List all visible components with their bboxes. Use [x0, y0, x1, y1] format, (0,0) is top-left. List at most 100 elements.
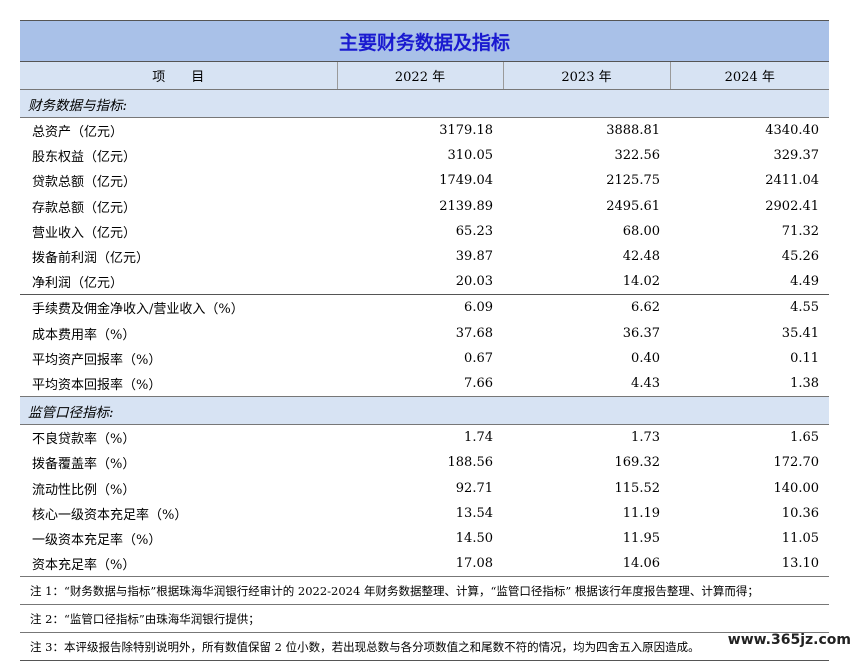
row-value: 4.49 [790, 274, 820, 290]
row-value: 39.87 [455, 249, 493, 265]
header-2024: 2024 年 [669, 61, 830, 90]
row-value: 42.48 [622, 249, 660, 265]
row-value: 169.32 [614, 455, 661, 471]
row-value: 13.10 [781, 556, 820, 572]
footnote: 注 1：“财务数据与指标”根据珠海华润银行经审计的 2022-2024 年财务数… [20, 576, 830, 605]
table-row: 净利润（亿元） 20.03 14.02 4.49 [20, 269, 829, 295]
row-value: 115.52 [614, 480, 661, 496]
row-value: 37.68 [455, 325, 493, 341]
row-value: 11.05 [781, 530, 820, 546]
row-value: 4.55 [670, 294, 830, 321]
row-value: 17.08 [455, 556, 493, 572]
row-label: 成本费用率（%） [32, 327, 136, 343]
financial-table-frame: 主要财务数据及指标 项 目 2022 年 2023 年 2024 年 财务数据与… [20, 20, 830, 661]
table-row: 总资产（亿元） 3179.18 3888.81 4340.40 [20, 118, 829, 144]
row-label: 手续费及佣金净收入/营业收入（%） [20, 294, 337, 321]
section-title: 财务数据与指标: [20, 89, 830, 118]
table-title: 主要财务数据及指标 [20, 20, 830, 62]
row-value: 13.54 [455, 505, 493, 521]
row-value: 1.65 [790, 430, 820, 446]
row-value: 71.32 [781, 223, 820, 239]
table-row: 不良贷款率（%） 1.74 1.73 1.65 [20, 425, 829, 451]
row-value: 2125.75 [606, 173, 660, 189]
row-label: 资本充足率（%） [32, 558, 136, 574]
row-label: 平均资产回报率（%） [32, 352, 162, 368]
row-value: 92.71 [455, 480, 493, 496]
table-row: 股东权益（亿元） 310.05 322.56 329.37 [20, 143, 829, 168]
row-value: 35.41 [781, 325, 820, 341]
row-value: 14.50 [455, 530, 493, 546]
table-row: 一级资本充足率（%） 14.50 11.95 11.05 [20, 526, 829, 551]
row-value: 0.67 [464, 350, 493, 366]
row-value: 11.95 [622, 530, 660, 546]
row-value: 1.74 [464, 430, 493, 446]
row-value: 188.56 [447, 455, 494, 471]
footnote: 注 3：本评级报告除特别说明外，所有数值保留 2 位小数，若出现总数与各分项数值… [20, 632, 830, 661]
row-value: 172.70 [773, 455, 820, 471]
row-value: 68.00 [622, 223, 660, 239]
row-label: 流动性比例（%） [32, 482, 136, 498]
row-value: 6.09 [337, 294, 503, 321]
table-row: 平均资本回报率（%） 7.66 4.43 1.38 [20, 371, 829, 397]
table-row: 资本充足率（%） 17.08 14.06 13.10 [20, 551, 829, 577]
table-row: 营业收入（亿元） 65.23 68.00 71.32 [20, 219, 829, 244]
note-row: 注 1：“财务数据与指标”根据珠海华润银行经审计的 2022-2024 年财务数… [20, 576, 830, 605]
row-label: 核心一级资本充足率（%） [32, 507, 188, 523]
title-row: 主要财务数据及指标 [20, 20, 830, 62]
row-value: 0.40 [631, 350, 660, 366]
table-row: 成本费用率（%） 37.68 36.37 35.41 [20, 321, 829, 346]
row-value: 3179.18 [439, 123, 493, 139]
row-value: 20.03 [455, 274, 493, 290]
row-value: 1749.04 [439, 173, 493, 189]
table-body: 主要财务数据及指标 项 目 2022 年 2023 年 2024 年 财务数据与… [20, 20, 830, 661]
row-value: 0.11 [790, 350, 820, 366]
row-label: 存款总额（亿元） [32, 200, 137, 216]
row-value: 140.00 [773, 480, 820, 496]
row-label: 股东权益（亿元） [32, 150, 137, 166]
row-label: 一级资本充足率（%） [32, 532, 162, 548]
row-label: 拨备覆盖率（%） [32, 457, 136, 473]
row-value: 10.36 [781, 505, 820, 521]
financial-data-table: 主要财务数据及指标 项 目 2022 年 2023 年 2024 年 财务数据与… [20, 20, 830, 661]
table-row: 平均资产回报率（%） 0.67 0.40 0.11 [20, 346, 829, 371]
row-value: 4.43 [631, 375, 660, 391]
table-row: 存款总额（亿元） 2139.89 2495.61 2902.41 [20, 194, 829, 219]
row-value: 4340.40 [765, 123, 820, 139]
table-row: 拨备前利润（亿元） 39.87 42.48 45.26 [20, 244, 829, 269]
row-label: 营业收入（亿元） [32, 225, 137, 241]
row-label: 不良贷款率（%） [32, 432, 136, 448]
row-label: 总资产（亿元） [32, 125, 124, 141]
section-header-row: 监管口径指标: [20, 396, 830, 426]
table-row: 流动性比例（%） 92.71 115.52 140.00 [20, 475, 829, 500]
row-value: 14.06 [622, 556, 660, 572]
row-value: 2411.04 [765, 173, 820, 189]
row-value: 36.37 [622, 325, 660, 341]
header-row: 项 目 2022 年 2023 年 2024 年 [20, 61, 830, 90]
row-value: 6.62 [503, 294, 670, 321]
row-value: 45.26 [781, 249, 820, 265]
section-title: 监管口径指标: [20, 396, 830, 426]
header-2023: 2023 年 [502, 61, 670, 90]
row-value: 329.37 [773, 148, 820, 164]
row-value: 65.23 [455, 223, 493, 239]
row-label: 净利润（亿元） [32, 276, 124, 292]
row-value: 2902.41 [765, 198, 820, 214]
table-row: 核心一级资本充足率（%） 13.54 11.19 10.36 [20, 501, 829, 526]
row-value: 310.05 [447, 148, 494, 164]
header-2022: 2022 年 [336, 61, 503, 90]
row-label: 拨备前利润（亿元） [32, 251, 150, 267]
row-value: 14.02 [622, 274, 660, 290]
row-value: 7.66 [464, 375, 493, 391]
table-row: 手续费及佣金净收入/营业收入（%） 6.09 6.62 4.55 [20, 294, 830, 321]
note-row: 注 3：本评级报告除特别说明外，所有数值保留 2 位小数，若出现总数与各分项数值… [20, 632, 830, 661]
row-value: 11.19 [622, 505, 660, 521]
row-value: 1.38 [790, 375, 820, 391]
section-header-row: 财务数据与指标: [20, 89, 830, 118]
table-row: 拨备覆盖率（%） 188.56 169.32 172.70 [20, 450, 829, 475]
footnote: 注 2：“监管口径指标”由珠海华润银行提供； [20, 604, 830, 633]
row-value: 2495.61 [606, 198, 660, 214]
row-value: 1.73 [631, 430, 660, 446]
table-row: 贷款总额（亿元） 1749.04 2125.75 2411.04 [20, 168, 829, 193]
row-label: 平均资本回报率（%） [32, 377, 162, 393]
row-value: 3888.81 [606, 123, 660, 139]
